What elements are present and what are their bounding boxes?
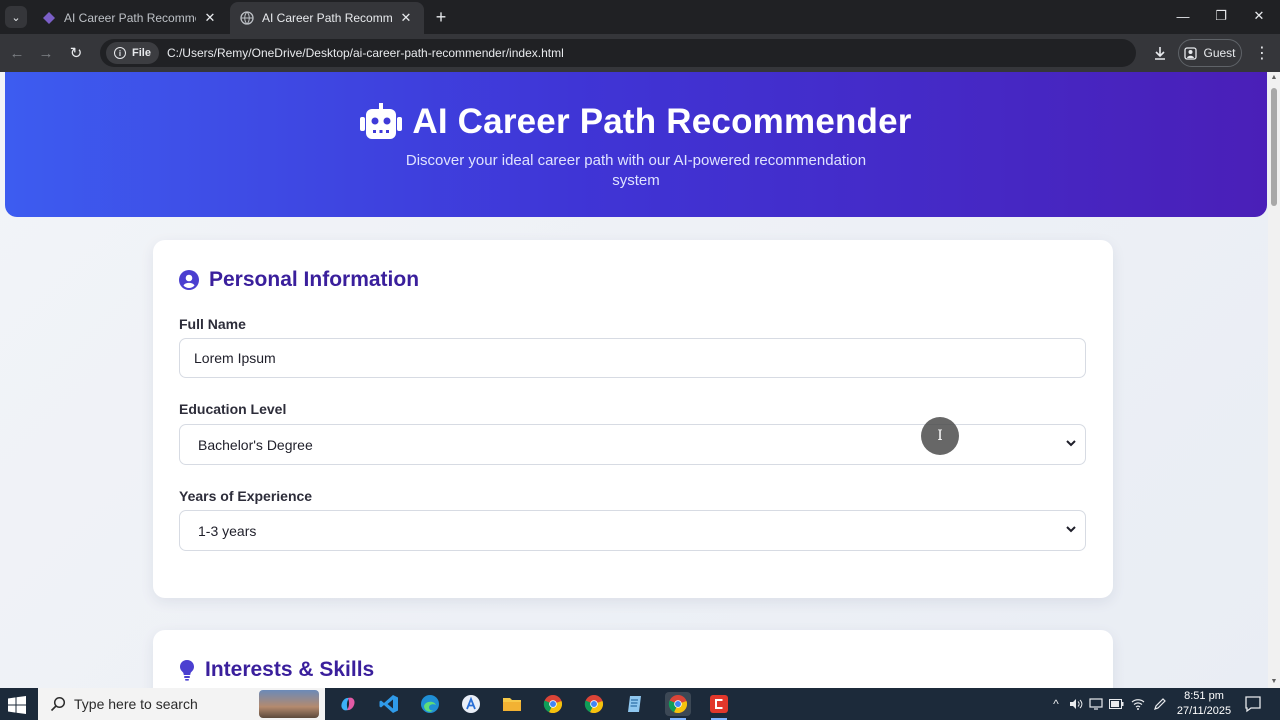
- tab-title: AI Career Path Recommender: [262, 11, 392, 25]
- taskbar-search-box[interactable]: Type here to search: [38, 688, 325, 720]
- personal-info-heading: Personal Information: [179, 268, 419, 292]
- robot-icon: [360, 103, 403, 139]
- education-value: Bachelor's Degree: [198, 436, 313, 453]
- profile-label: Guest: [1203, 46, 1236, 60]
- chevron-up-icon[interactable]: ^: [1048, 694, 1064, 714]
- lightbulb-icon: [180, 660, 194, 681]
- full-name-label: Full Name: [179, 316, 246, 332]
- globe-icon: [240, 11, 254, 25]
- tab-active[interactable]: AI Career Path Recommender ✕: [230, 2, 424, 34]
- tab-strip: ⌄ AI Career Path Recommender U ✕ AI Care…: [0, 0, 1280, 34]
- page-title-row: AI Career Path Recommender: [5, 102, 1267, 142]
- chrome-icon[interactable]: [540, 692, 566, 716]
- screen-recorder-icon[interactable]: [706, 692, 732, 720]
- url-text[interactable]: C:/Users/Remy/OneDrive/Desktop/ai-career…: [167, 46, 564, 60]
- vscode-icon[interactable]: [376, 692, 402, 716]
- browser-toolbar: ← → ↻ i File C:/Users/Remy/OneDrive/Desk…: [0, 34, 1280, 72]
- chevron-down-icon: [1066, 526, 1076, 533]
- restore-icon[interactable]: ❐: [1202, 0, 1240, 32]
- download-icon[interactable]: [1148, 41, 1172, 65]
- copilot-icon[interactable]: [335, 692, 361, 716]
- search-highlight-image: [259, 690, 319, 718]
- interests-heading: Interests & Skills: [179, 658, 374, 682]
- user-circle-icon: [179, 270, 199, 290]
- chrome-profile-icon[interactable]: [581, 692, 607, 716]
- file-explorer-icon[interactable]: [499, 692, 525, 716]
- chip-label: File: [132, 47, 151, 59]
- reload-icon[interactable]: ↻: [64, 41, 88, 65]
- section-title: Personal Information: [209, 268, 420, 291]
- full-name-value: Lorem Ipsum: [194, 350, 276, 366]
- clock-time: 8:51 pm: [1184, 690, 1224, 702]
- close-window-icon[interactable]: ✕: [1240, 0, 1278, 32]
- hero-header: AI Career Path Recommender Discover your…: [5, 72, 1267, 217]
- volume-icon[interactable]: [1068, 694, 1084, 714]
- page-scrollbar[interactable]: ▲ ▼: [1268, 72, 1280, 688]
- tab-search-icon[interactable]: ⌄: [5, 6, 27, 28]
- forward-arrow-icon[interactable]: →: [34, 41, 58, 65]
- edge-icon[interactable]: [417, 692, 443, 716]
- address-bar[interactable]: i File C:/Users/Remy/OneDrive/Desktop/ai…: [100, 39, 1136, 67]
- page-subtitle: Discover your ideal career path with our…: [405, 152, 867, 189]
- scroll-up-icon[interactable]: ▲: [1270, 74, 1278, 82]
- menu-kebab-icon[interactable]: ⋮: [1252, 41, 1272, 65]
- windows-taskbar: Type here to search ^ 8:51 pm 27/11/2025: [0, 688, 1280, 720]
- clock-date: 27/11/2025: [1176, 705, 1232, 717]
- education-label: Education Level: [179, 401, 287, 417]
- notification-icon[interactable]: [1244, 695, 1262, 713]
- scroll-down-icon[interactable]: ▼: [1270, 678, 1278, 686]
- chrome-active-icon[interactable]: [665, 692, 691, 720]
- close-icon[interactable]: ✕: [202, 10, 218, 26]
- info-icon: i: [114, 47, 126, 59]
- windows-start-icon[interactable]: [8, 696, 26, 714]
- chevron-down-icon: [1066, 440, 1076, 447]
- experience-label: Years of Experience: [179, 488, 313, 504]
- search-icon: [50, 696, 66, 712]
- new-tab-button[interactable]: +: [430, 6, 452, 28]
- personal-info-card: Personal Information Full Name Lorem Ips…: [153, 240, 1113, 598]
- tab-inactive[interactable]: AI Career Path Recommender U ✕: [32, 2, 228, 34]
- experience-select[interactable]: 1-3 years: [179, 510, 1086, 551]
- page-title: AI Career Path Recommender: [412, 102, 912, 141]
- wifi-icon[interactable]: [1130, 694, 1146, 714]
- full-name-input[interactable]: Lorem Ipsum: [179, 338, 1086, 378]
- display-icon[interactable]: [1088, 694, 1104, 714]
- guest-icon: [1184, 46, 1198, 60]
- app-store-icon[interactable]: [458, 692, 484, 716]
- experience-value: 1-3 years: [198, 522, 257, 539]
- system-clock[interactable]: 8:51 pm 27/11/2025: [1172, 689, 1236, 719]
- site-info-chip[interactable]: i File: [106, 42, 159, 64]
- scrollbar-thumb[interactable]: [1271, 88, 1277, 206]
- vs-icon: [43, 12, 55, 24]
- search-placeholder: Type here to search: [74, 696, 198, 712]
- notepad-icon[interactable]: [622, 692, 648, 716]
- pen-icon[interactable]: [1152, 694, 1168, 714]
- battery-icon[interactable]: [1108, 694, 1124, 714]
- page-viewport: AI Career Path Recommender Discover your…: [0, 72, 1280, 688]
- section-title: Interests & Skills: [205, 658, 375, 681]
- minimize-icon[interactable]: —: [1164, 0, 1202, 32]
- tab-title: AI Career Path Recommender U: [64, 11, 196, 25]
- interests-card: Interests & Skills: [153, 630, 1113, 688]
- close-icon[interactable]: ✕: [398, 10, 414, 26]
- text-cursor-icon: I: [921, 417, 959, 455]
- back-arrow-icon[interactable]: ←: [5, 41, 29, 65]
- profile-button[interactable]: Guest: [1178, 39, 1242, 67]
